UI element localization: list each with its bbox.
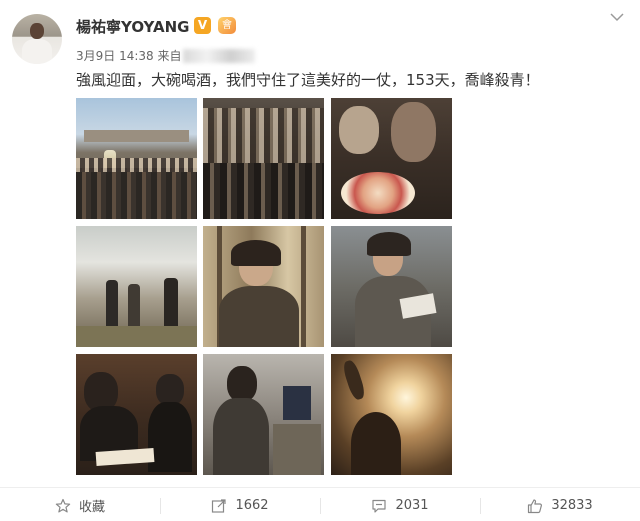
verified-badge-icon: V [194,17,211,34]
comment-icon [371,498,387,514]
photo-6[interactable] [331,226,452,347]
thumbs-up-icon [527,498,543,514]
avatar[interactable] [12,14,62,64]
repost-button[interactable]: 1662 [160,490,320,521]
photo-8[interactable] [203,354,324,475]
photo-3[interactable] [331,98,452,219]
like-count: 32833 [551,498,593,513]
avatar-body [22,39,52,64]
photo-2[interactable] [203,98,324,219]
comment-count: 2031 [395,498,429,513]
like-button[interactable]: 32833 [480,490,640,521]
post-text: 強風迎面，大碗喝酒，我們守住了這美好的一仗，153天，喬峰殺青！ [76,71,540,89]
avatar-head [30,23,44,39]
post-meta: 3月9日 14:38 来自 [76,47,256,64]
collect-button[interactable]: 收藏 [0,490,160,521]
weibo-post-card: 楊祐寧YOYANG V 會 3月9日 14:38 来自 強風迎面，大碗喝酒，我們… [0,0,640,521]
username[interactable]: 楊祐寧YOYANG [76,16,189,37]
photo-1[interactable] [76,98,197,219]
chevron-down-icon[interactable] [608,12,626,26]
repost-count: 1662 [235,498,269,513]
footer-divider [0,487,640,488]
photo-5[interactable] [203,226,324,347]
post-time[interactable]: 3月9日 14:38 来自 [76,49,181,63]
comment-button[interactable]: 2031 [320,490,480,521]
photo-grid [76,98,452,476]
collect-label: 收藏 [78,500,105,515]
star-icon [55,498,71,514]
member-badge-icon[interactable]: 會 [218,17,236,34]
blurred-source [183,49,256,63]
photo-9[interactable] [331,354,452,475]
repost-icon [211,498,227,514]
photo-7[interactable] [76,354,197,475]
photo-4[interactable] [76,226,197,347]
